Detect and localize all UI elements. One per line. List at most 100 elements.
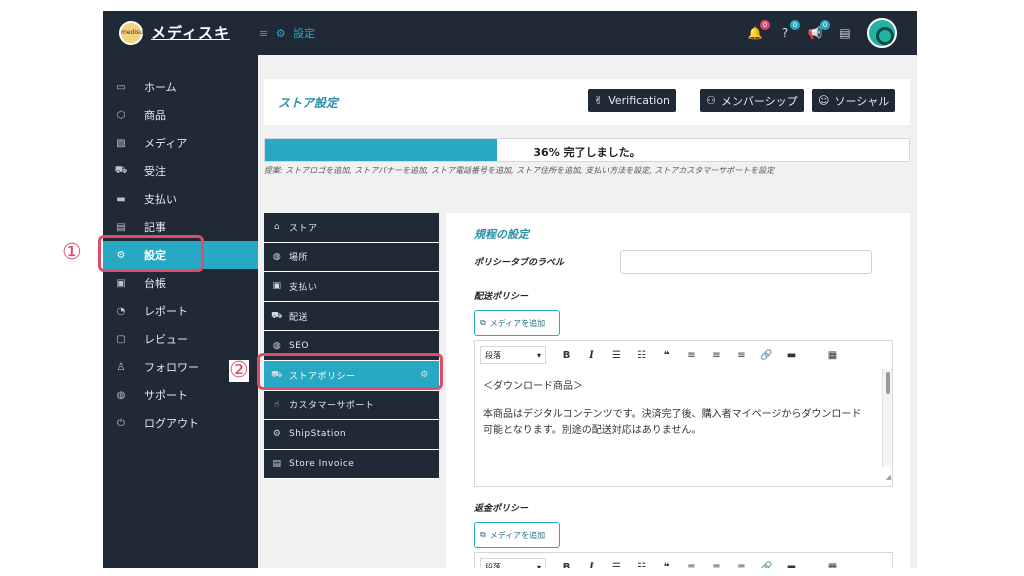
store-menu-location[interactable]: ◍ 場所 xyxy=(264,242,439,273)
add-media-button[interactable]: ⧉ メディアを追加 xyxy=(474,522,560,548)
blockquote-button[interactable]: ❝ xyxy=(654,350,679,361)
bullet-list-button[interactable]: ☰ xyxy=(604,562,629,569)
policy-tab-label-input[interactable] xyxy=(620,250,872,274)
align-left-button[interactable]: ≡ xyxy=(679,350,704,361)
store-menu-shipping[interactable]: ⛟ 配送 xyxy=(264,301,439,332)
avatar[interactable] xyxy=(867,18,897,48)
sidebar-item-media[interactable]: ▨ メディア xyxy=(103,129,258,157)
more-button[interactable]: ▬ xyxy=(779,562,804,569)
sidebar-item-payments[interactable]: ▬ 支払い xyxy=(103,185,258,213)
blockquote-button[interactable]: ❝ xyxy=(654,562,679,569)
policy-tab-label: ポリシータブのラベル xyxy=(474,258,565,268)
italic-button[interactable]: I xyxy=(579,562,604,569)
sidebar-item-reviews[interactable]: ▢ レビュー xyxy=(103,325,258,353)
money-icon: ▣ xyxy=(116,277,126,289)
profile-progress-bar: 36% 完了しました。 xyxy=(264,138,910,162)
numbered-list-button[interactable]: ☷ xyxy=(629,562,654,569)
top-icons: 🔔 0 ? 0 📢 0 ▤ xyxy=(747,18,897,48)
gear-icon: ⚙ xyxy=(272,429,282,440)
policy-settings-panel: 規程の設定 ポリシータブのラベル 配送ポリシー ⧉ メディアを追加 段落 ▾ B… xyxy=(446,213,910,568)
editor-toolbar: 段落 ▾ B I ☰ ☷ ❝ ≡ ≡ ≡ 🔗 ▬ ▦ xyxy=(474,340,893,370)
store-settings-header: ストア設定 ✌ Verification ⚇ メンバーシップ ☺ ソーシャル xyxy=(264,79,910,125)
store-menu-label: 配送 xyxy=(289,312,309,323)
user-plus-icon: ⚇ xyxy=(706,94,716,107)
sidebar-item-orders[interactable]: ⛟ 受注 xyxy=(103,157,258,185)
store-menu-label: カスタマーサポート xyxy=(289,401,375,412)
bold-button[interactable]: B xyxy=(554,350,579,361)
bullet-list-button[interactable]: ☰ xyxy=(604,350,629,361)
callout-number-two: ② xyxy=(229,358,249,383)
sidebar-item-label: 台帳 xyxy=(144,277,166,290)
store-menu-store-invoice[interactable]: ▤ Store Invoice xyxy=(264,449,439,480)
verification-button[interactable]: ✌ Verification xyxy=(588,89,677,112)
align-center-button[interactable]: ≡ xyxy=(704,350,729,361)
chart-icon: ◔ xyxy=(116,305,126,317)
align-right-button[interactable]: ≡ xyxy=(729,562,754,569)
store-menu-customer-support[interactable]: ☝ カスタマーサポート xyxy=(264,390,439,421)
box-icon: ⬡ xyxy=(116,109,126,121)
paragraph-format-value: 段落 xyxy=(485,562,501,569)
refund-policy-label: 返金ポリシー xyxy=(474,504,529,514)
store-menu-payment[interactable]: ▣ 支払い xyxy=(264,272,439,302)
store-menu-label: Store Invoice xyxy=(289,459,355,470)
bell-icon[interactable]: 🔔 0 xyxy=(747,20,770,40)
brand-logo[interactable]: medisuki xyxy=(119,21,148,45)
victory-hand-icon: ✌ xyxy=(594,94,604,107)
link-button[interactable]: 🔗 xyxy=(754,350,779,361)
more-button[interactable]: ▬ xyxy=(779,350,804,361)
media-icon: ⧉ xyxy=(480,318,486,327)
globe-icon: ◍ xyxy=(272,340,282,351)
numbered-list-button[interactable]: ☷ xyxy=(629,350,654,361)
align-right-button[interactable]: ≡ xyxy=(729,350,754,361)
page-title: ストア設定 xyxy=(278,96,339,110)
section-title: 規程の設定 xyxy=(474,228,529,241)
editor-paragraph: 本商品はデジタルコンテンツです。決済完了後、購入者マイページからダウンロード可能… xyxy=(483,409,862,436)
align-left-button[interactable]: ≡ xyxy=(679,562,704,569)
sidebar-item-ledger[interactable]: ▣ 台帳 xyxy=(103,269,258,297)
progress-text: 36% 完了しました。 xyxy=(533,146,641,159)
main-content: ストア設定 ✌ Verification ⚇ メンバーシップ ☺ ソーシャル 3… xyxy=(258,55,917,568)
link-button[interactable]: 🔗 xyxy=(754,562,779,569)
toolbar-toggle-button[interactable]: ▦ xyxy=(820,350,845,361)
toolbar-toggle-button[interactable]: ▦ xyxy=(820,562,845,569)
resize-handle-icon[interactable]: ◢ xyxy=(886,469,891,485)
sidebar-item-label: 支払い xyxy=(144,193,177,206)
membership-button[interactable]: ⚇ メンバーシップ xyxy=(700,89,804,112)
align-center-button[interactable]: ≡ xyxy=(704,562,729,569)
paragraph-format-select[interactable]: 段落 ▾ xyxy=(480,346,546,364)
menu-icon[interactable]: ≡ xyxy=(259,27,268,40)
editor-toolbar: 段落 ▾ B I ☰ ☷ ❝ ≡ ≡ ≡ 🔗 ▬ ▦ xyxy=(474,552,893,568)
store-menu-label: ストア xyxy=(289,223,318,234)
add-media-label: メディアを追加 xyxy=(489,530,546,540)
shipping-policy-editor[interactable]: ＜ダウンロード商品＞ 本商品はデジタルコンテンツです。決済完了後、購入者マイペー… xyxy=(474,369,893,487)
sidebar-item-logout[interactable]: ⏻ ログアウト xyxy=(103,409,258,437)
store-settings-menu: ⌂ ストア ◍ 場所 ▣ 支払い ⛟ 配送 ◍ SEO ⛟ ストアポリシー ⚙ ☝ カスタマーサ… xyxy=(264,213,439,480)
scrollbar-thumb[interactable] xyxy=(886,372,890,394)
users-icon: ☺ xyxy=(818,94,830,107)
social-button[interactable]: ☺ ソーシャル xyxy=(812,89,896,112)
bold-button[interactable]: B xyxy=(554,562,579,569)
sidebar-item-reports[interactable]: ◔ レポート xyxy=(103,297,258,325)
store-menu-store[interactable]: ⌂ ストア xyxy=(264,213,439,243)
help-icon[interactable]: ? 0 xyxy=(777,20,800,40)
monitor-icon: ▭ xyxy=(116,81,126,93)
power-icon: ⏻ xyxy=(117,417,125,429)
globe-icon: ◍ xyxy=(116,389,126,401)
sidebar-item-products[interactable]: ⬡ 商品 xyxy=(103,101,258,129)
truck-icon: ⛟ xyxy=(271,310,283,321)
money-icon: ▣ xyxy=(272,281,282,292)
add-media-button[interactable]: ⧉ メディアを追加 xyxy=(474,310,560,336)
store-menu-shipstation[interactable]: ⚙ ShipStation xyxy=(264,420,439,450)
italic-button[interactable]: I xyxy=(579,350,604,361)
sidebar-item-support[interactable]: ◍ サポート xyxy=(103,381,258,409)
membership-label: メンバーシップ xyxy=(720,94,798,108)
editor-scrollbar[interactable] xyxy=(882,369,892,467)
sidebar-item-home[interactable]: ▭ ホーム xyxy=(103,73,258,101)
brand-name[interactable]: メディスキ xyxy=(151,22,230,43)
megaphone-icon[interactable]: 📢 0 xyxy=(807,20,830,40)
invoice-icon: ▤ xyxy=(272,459,282,470)
book-icon[interactable]: ▤ xyxy=(837,26,853,40)
paragraph-format-select[interactable]: 段落 ▾ xyxy=(480,558,546,568)
chevron-down-icon: ▾ xyxy=(536,562,541,569)
shipping-policy-label: 配送ポリシー xyxy=(474,292,529,302)
